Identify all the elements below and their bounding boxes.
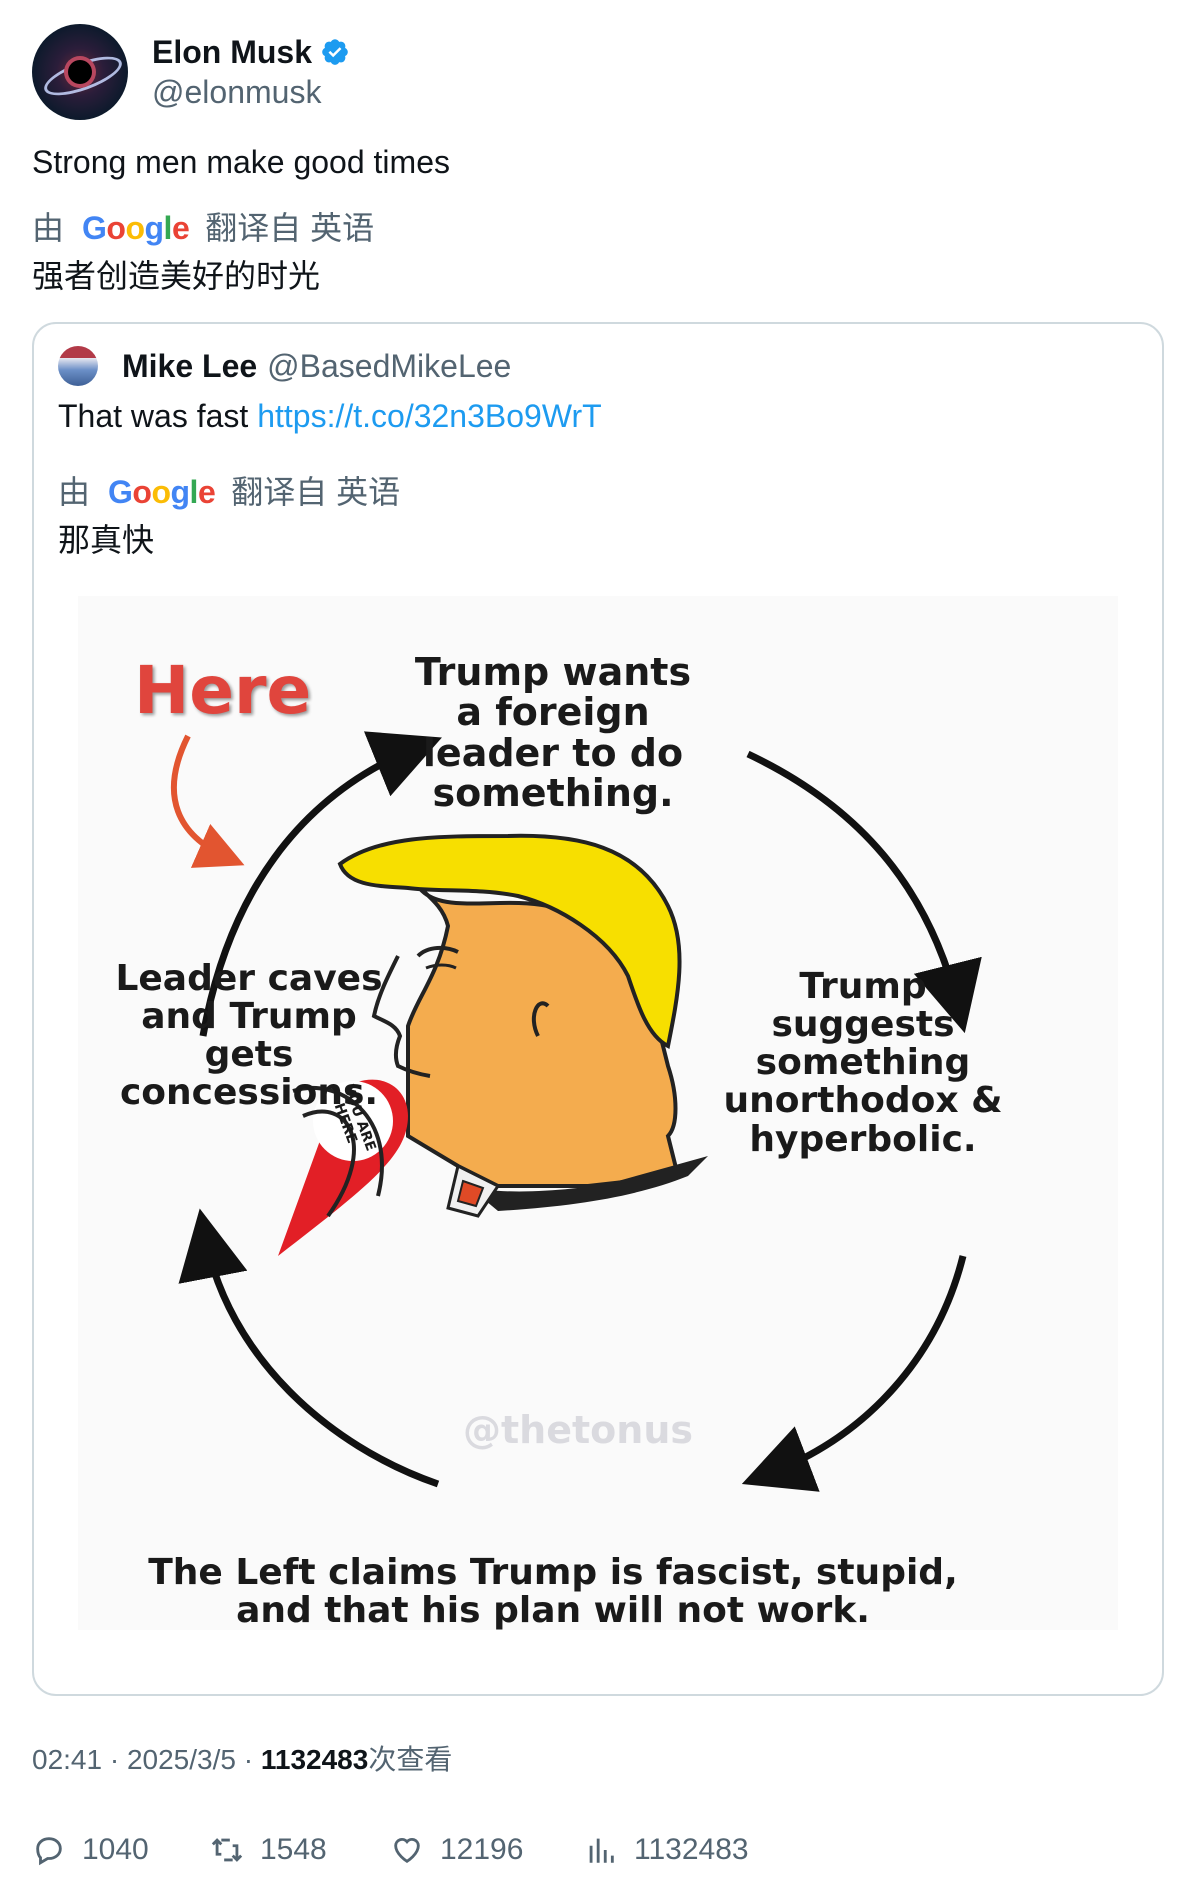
meme-bottom-label: The Left claims Trump is fascist, stupid…	[148, 1552, 958, 1632]
like-count: 12196	[440, 1833, 524, 1866]
meta-separator: ·	[109, 1744, 127, 1775]
reply-count: 1040	[82, 1833, 149, 1866]
tweet-actions: 1040 1548 12196 1132483	[32, 1826, 1164, 1874]
retweet-count: 1548	[260, 1833, 327, 1866]
quoted-text: That was fast	[58, 398, 249, 434]
translate-from-label: 翻译自 英语	[205, 210, 375, 246]
quoted-author-handle[interactable]: @BasedMikeLee	[267, 346, 511, 386]
tweet-text: Strong men make good times	[32, 144, 450, 180]
meme-top-label: Trump wants a foreign leader to do somet…	[414, 650, 692, 815]
reply-button[interactable]: 1040	[32, 1826, 149, 1874]
tweet-author[interactable]: Elon Musk @elonmusk	[32, 24, 350, 120]
quoted-author-avatar[interactable]	[58, 346, 98, 386]
views-count: 1132483	[260, 1744, 369, 1775]
quoted-author[interactable]: Mike Lee @BasedMikeLee	[58, 346, 511, 386]
google-logo: Google	[108, 474, 216, 510]
meme-image[interactable]: Here Trump wants a foreign leader to do …	[78, 596, 1118, 1630]
views-button[interactable]: 1132483	[584, 1826, 749, 1874]
meme-right-label: Trump suggests something unorthodox & hy…	[723, 966, 1003, 1160]
quoted-link[interactable]: https://t.co/32n3Bo9WrT	[257, 398, 601, 434]
quoted-tweet-text: That was fast https://t.co/32n3Bo9WrT	[58, 396, 602, 436]
quoted-translate-from-label: 翻译自 英语	[231, 474, 401, 510]
retweet-icon	[211, 1838, 243, 1862]
tweet-date[interactable]: 2025/3/5	[127, 1744, 236, 1775]
quoted-translate-by-label: 由	[58, 474, 91, 510]
quoted-translation: 那真快	[58, 522, 155, 558]
tweet-translation: 强者创造美好的时光	[32, 258, 321, 294]
meme-here-label: Here	[134, 652, 312, 729]
meme-watermark: @thetonus	[463, 1408, 693, 1452]
views-action-count: 1132483	[634, 1833, 749, 1866]
quoted-translation-attribution: 由 Google 翻译自 英语	[58, 472, 400, 512]
author-names: Elon Musk @elonmusk	[152, 32, 350, 112]
views-icon	[589, 1838, 614, 1863]
meta-separator: ·	[243, 1744, 261, 1775]
author-name-text[interactable]: Elon Musk	[152, 32, 312, 72]
translation-attribution: 由 Google 翻译自 英语	[32, 208, 374, 248]
like-button[interactable]: 12196	[390, 1826, 523, 1874]
verified-badge-icon	[322, 39, 348, 65]
author-display-name[interactable]: Elon Musk	[152, 32, 350, 72]
quoted-author-name[interactable]: Mike Lee	[122, 346, 257, 386]
heart-icon	[394, 1838, 420, 1864]
google-logo: Google	[82, 210, 190, 246]
quoted-tweet[interactable]: Mike Lee @BasedMikeLee That was fast htt…	[32, 322, 1164, 1696]
author-handle[interactable]: @elonmusk	[152, 72, 350, 112]
tweet-meta: 02:41 · 2025/3/5 · 1132483次查看	[32, 1742, 452, 1778]
translate-by-label: 由	[32, 210, 65, 246]
author-avatar[interactable]	[32, 24, 128, 120]
tweet-time[interactable]: 02:41	[32, 1744, 102, 1775]
views-label: 次查看	[368, 1744, 453, 1775]
reply-icon	[36, 1837, 62, 1866]
retweet-button[interactable]: 1548	[210, 1826, 327, 1874]
